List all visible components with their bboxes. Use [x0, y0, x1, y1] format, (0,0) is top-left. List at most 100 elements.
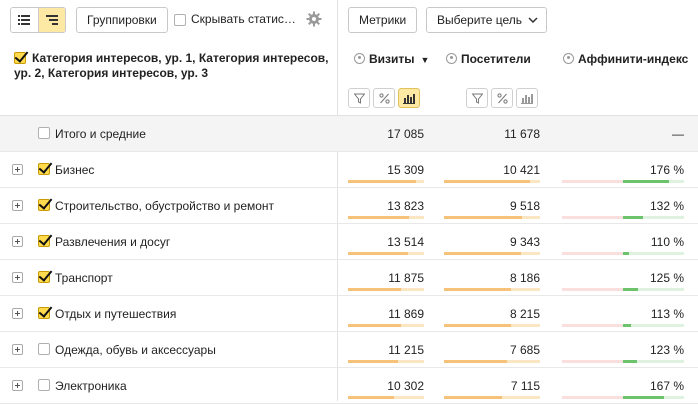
visitors-bar-fill — [444, 360, 507, 363]
table-row[interactable]: Отдых и путешествия 11 869 8 215 113 % — [0, 296, 698, 332]
row-checkbox[interactable] — [38, 307, 50, 319]
expand-icon[interactable] — [12, 308, 23, 319]
visits-bar-fill — [348, 288, 401, 291]
visitors-bar-fill — [444, 180, 530, 183]
bars-button[interactable] — [516, 88, 538, 108]
list-icon — [18, 15, 31, 25]
help-icon[interactable] — [446, 53, 457, 64]
visits-bar-fill — [348, 396, 394, 399]
row-visits: 10 302 — [387, 379, 424, 393]
expand-icon[interactable] — [12, 164, 23, 175]
help-icon[interactable] — [354, 53, 365, 64]
row-affinity: 123 % — [649, 343, 684, 357]
row-affinity: 125 % — [649, 271, 684, 285]
table-row[interactable]: Одежда, обувь и аксессуары 11 215 7 685 123… — [0, 332, 698, 368]
visits-bar-fill — [348, 216, 409, 219]
table-row[interactable]: Строительство, обустройство и ремонт 13 8… — [0, 188, 698, 224]
visitors-bar-fill — [444, 216, 522, 219]
row-label: Одежда, обувь и аксессуары — [55, 343, 216, 357]
expand-icon[interactable] — [12, 272, 23, 283]
row-affinity: 132 % — [649, 199, 684, 213]
tree-view-button[interactable] — [37, 8, 65, 32]
row-visitors: 10 421 — [503, 163, 540, 177]
affinity-bar-fill — [623, 324, 631, 327]
filter-icon — [353, 93, 365, 104]
filter-button[interactable] — [466, 88, 488, 108]
row-visits: 15 309 — [387, 163, 424, 177]
expand-icon[interactable] — [12, 344, 23, 355]
row-visitors: 8 186 — [509, 271, 540, 285]
row-label: Бизнес — [55, 163, 95, 177]
row-affinity: 176 % — [649, 163, 684, 177]
row-checkbox[interactable] — [38, 271, 50, 283]
row-checkbox[interactable] — [38, 343, 50, 355]
col-affinity-header[interactable]: Аффинити-индекс — [563, 52, 688, 66]
col-visits-title: Визиты — [369, 52, 415, 66]
col-visitors-header[interactable]: Посетители — [446, 52, 531, 66]
select-all-checkbox[interactable] — [14, 52, 26, 64]
affinity-bar-fill — [623, 216, 643, 219]
goal-select[interactable]: Выберите цель — [426, 7, 548, 33]
table-row[interactable]: Электроника 10 302 7 115 167 % — [0, 368, 698, 404]
totals-visits: 17 085 — [387, 127, 424, 141]
metrics-button[interactable]: Метрики — [348, 7, 418, 33]
row-checkbox[interactable] — [38, 235, 50, 247]
dimension-header: Категория интересов, ур. 1, Категория ин… — [14, 51, 330, 81]
expand-icon[interactable] — [12, 380, 23, 391]
expand-icon[interactable] — [12, 236, 23, 247]
help-icon[interactable] — [563, 53, 574, 64]
totals-checkbox[interactable] — [38, 127, 50, 139]
affinity-bar-fill — [623, 180, 669, 183]
percent-button[interactable] — [373, 88, 395, 108]
affinity-bar-fill — [623, 252, 629, 255]
affinity-bar-fill — [623, 288, 638, 291]
row-visits: 13 514 — [387, 235, 424, 249]
table-row[interactable]: Транспорт 11 875 8 186 125 % — [0, 260, 698, 296]
filter-icon — [471, 93, 483, 104]
visitors-bar-fill — [444, 324, 511, 327]
row-affinity: 110 % — [650, 235, 684, 249]
hide-stats-toggle[interactable]: Скрывать статис… — [174, 12, 296, 26]
row-checkbox[interactable] — [38, 379, 50, 391]
hide-stats-label: Скрывать статис… — [191, 12, 296, 26]
view-toggle[interactable] — [10, 7, 66, 33]
row-visits: 13 823 — [387, 199, 424, 213]
row-affinity: 167 % — [649, 379, 684, 393]
totals-visitors: 11 678 — [504, 127, 540, 141]
percent-icon — [378, 92, 390, 104]
toolbar: Группировки Скрывать статис… Метрики Выб… — [0, 0, 698, 40]
visits-bar-fill — [348, 360, 398, 363]
row-visits: 11 869 — [388, 307, 424, 321]
row-visitors: 9 343 — [509, 235, 540, 249]
row-label: Строительство, обустройство и ремонт — [55, 199, 275, 213]
col-visits-header[interactable]: Визиты ▼ — [354, 52, 429, 66]
goal-select-label: Выберите цель — [437, 13, 523, 27]
bars-button[interactable] — [398, 88, 420, 108]
col-affinity-title: Аффинити-индекс — [578, 52, 689, 66]
row-affinity: 113 % — [650, 307, 684, 321]
grouping-button[interactable]: Группировки — [76, 7, 168, 33]
visitors-bar-fill — [444, 396, 502, 399]
visitors-tools — [466, 88, 541, 108]
bar-chart-icon — [403, 93, 415, 104]
gear-icon[interactable] — [306, 11, 322, 27]
row-visitors: 7 685 — [509, 343, 540, 357]
sort-desc-icon: ▼ — [420, 55, 430, 65]
row-visitors: 7 115 — [510, 379, 540, 393]
tree-icon — [45, 15, 58, 25]
table-row[interactable]: Бизнес 15 309 10 421 176 % — [0, 152, 698, 188]
row-checkbox[interactable] — [38, 199, 50, 211]
row-checkbox[interactable] — [38, 163, 50, 175]
hide-stats-checkbox[interactable] — [174, 13, 186, 26]
row-label: Электроника — [55, 379, 127, 393]
percent-button[interactable] — [491, 88, 513, 108]
list-view-button[interactable] — [11, 8, 38, 32]
expand-icon[interactable] — [12, 200, 23, 211]
row-label: Транспорт — [55, 271, 113, 285]
chevron-down-icon — [528, 17, 538, 23]
row-label: Развлечения и досуг — [55, 235, 171, 249]
table-row[interactable]: Развлечения и досуг 13 514 9 343 110 % — [0, 224, 698, 260]
visits-tools — [348, 88, 423, 108]
visitors-bar-fill — [444, 288, 511, 291]
filter-button[interactable] — [348, 88, 370, 108]
